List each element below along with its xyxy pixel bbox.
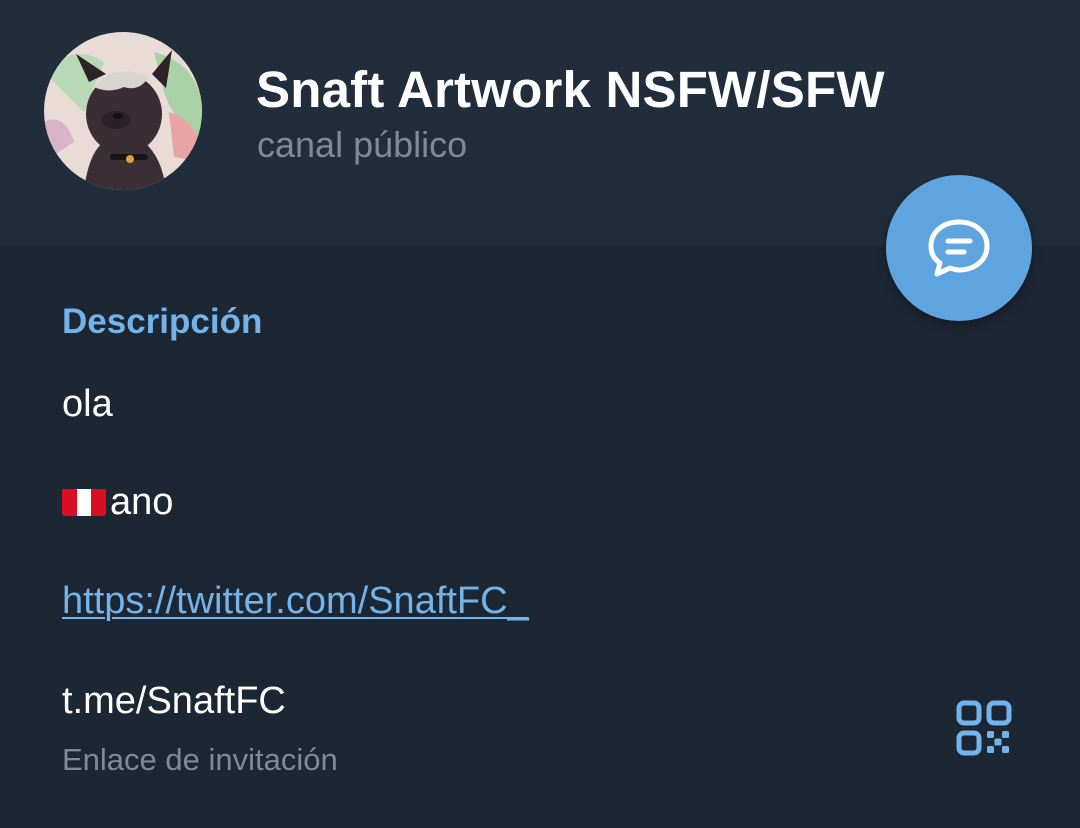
qr-code-icon (956, 700, 1012, 756)
chat-bubble-icon (928, 219, 990, 277)
twitter-link[interactable]: https://twitter.com/SnaftFC_ (62, 580, 529, 622)
invite-link[interactable]: t.me/SnaftFC (62, 680, 286, 723)
description-link-line: https://twitter.com/SnaftFC_ (62, 580, 529, 623)
peru-flag-icon (62, 486, 106, 516)
channel-info-screen: Snaft Artwork NSFW/SFW canal público Des… (0, 0, 1080, 828)
description-section-title: Descripción (62, 302, 263, 341)
qr-code-button[interactable] (956, 700, 1016, 760)
avatar-image (44, 32, 202, 190)
invite-link-caption: Enlace de invitación (62, 742, 338, 777)
description-line: ola (62, 383, 113, 425)
invite-link-row[interactable]: t.me/SnaftFC Enlace de invitación (0, 670, 1080, 800)
channel-avatar[interactable] (44, 32, 202, 190)
description-line-flag: ano (62, 481, 173, 524)
description-line-text: ano (110, 481, 174, 523)
channel-type-label: canal público (257, 124, 468, 165)
message-fab-button[interactable] (886, 175, 1032, 321)
channel-title: Snaft Artwork NSFW/SFW (256, 61, 885, 118)
